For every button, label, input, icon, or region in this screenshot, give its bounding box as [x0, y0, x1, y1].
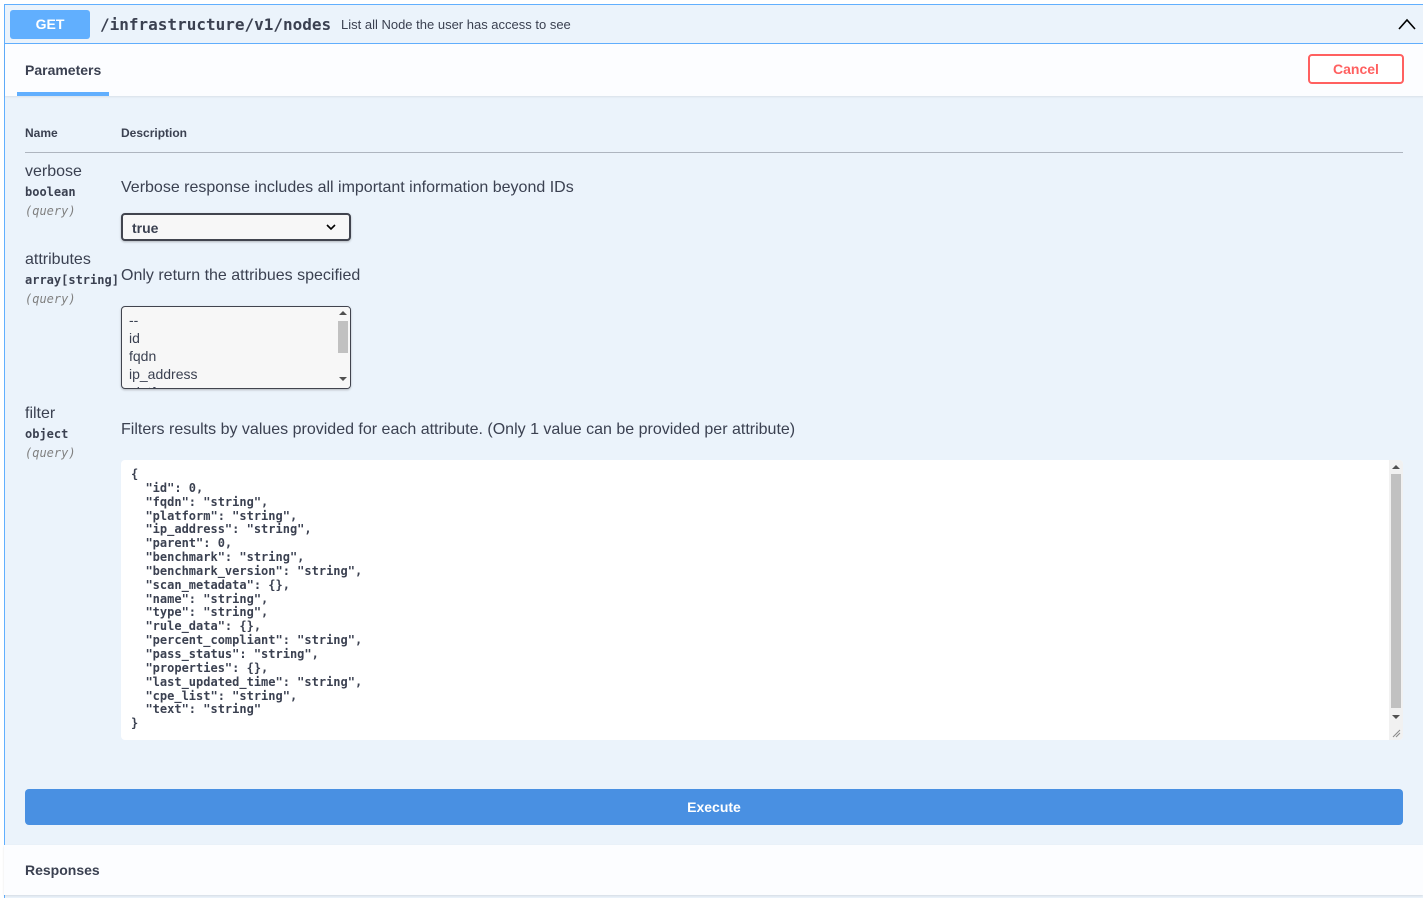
attributes-option[interactable]: id [129, 330, 140, 346]
header-divider [25, 152, 1403, 153]
param-location-filter: (query) [25, 446, 76, 460]
chevron-down-icon [326, 224, 336, 231]
responses-section-header: Responses [4, 845, 1423, 895]
execute-button[interactable]: Execute [25, 789, 1403, 825]
attributes-option[interactable]: fqdn [129, 348, 156, 364]
http-method-badge: GET [10, 10, 90, 39]
responses-title: Responses [25, 862, 100, 878]
operation-block: GET /infrastructure/v1/nodes List all No… [4, 4, 1423, 898]
param-description-verbose: Verbose response includes all important … [121, 179, 574, 196]
attributes-option[interactable]: ip_address [129, 366, 198, 382]
scroll-up-arrow-icon[interactable] [339, 311, 347, 315]
attributes-option[interactable]: -- [129, 312, 138, 328]
attributes-scrollbar[interactable] [336, 307, 350, 388]
scroll-down-arrow-icon[interactable] [1392, 715, 1400, 719]
scrollbar-thumb[interactable] [338, 321, 348, 353]
verbose-selected-value: true [132, 220, 159, 236]
param-location-attributes: (query) [25, 292, 76, 306]
scrollbar-thumb[interactable] [1391, 474, 1401, 708]
column-header-description: Description [121, 126, 188, 140]
param-name-verbose: verbose [25, 163, 82, 180]
param-description-attributes: Only return the attribues specified [121, 267, 361, 284]
attributes-multiselect[interactable]: -- id fqdn ip_address platform [121, 306, 351, 389]
resize-handle-icon[interactable] [1391, 728, 1401, 738]
chevron-up-icon[interactable] [1397, 16, 1417, 32]
param-type-attributes: array[string] [25, 273, 119, 287]
filter-json-textarea[interactable]: { "id": 0, "fqdn": "string", "platform":… [121, 460, 1403, 740]
param-name-filter: filter [25, 405, 56, 422]
verbose-select[interactable]: true [121, 213, 351, 241]
filter-json-value[interactable]: { "id": 0, "fqdn": "string", "platform":… [131, 467, 362, 731]
attributes-option-partial[interactable]: platform [129, 384, 180, 388]
param-location-verbose: (query) [25, 204, 76, 218]
endpoint-summary: List all Node the user has access to see [341, 17, 571, 32]
param-type-verbose: boolean [25, 185, 76, 199]
cancel-button[interactable]: Cancel [1308, 54, 1404, 84]
tab-parameters[interactable]: Parameters [17, 44, 109, 96]
parameters-section-header: Parameters Cancel [5, 44, 1423, 96]
param-type-filter: object [25, 427, 69, 441]
operation-summary[interactable]: GET /infrastructure/v1/nodes List all No… [5, 5, 1423, 44]
endpoint-path: /infrastructure/v1/nodes [100, 15, 332, 34]
param-description-filter: Filters results by values provided for e… [121, 421, 796, 438]
scroll-down-arrow-icon[interactable] [339, 377, 347, 381]
param-name-attributes: attributes [25, 251, 91, 268]
scroll-up-arrow-icon[interactable] [1392, 465, 1400, 469]
column-header-name: Name [25, 126, 58, 140]
